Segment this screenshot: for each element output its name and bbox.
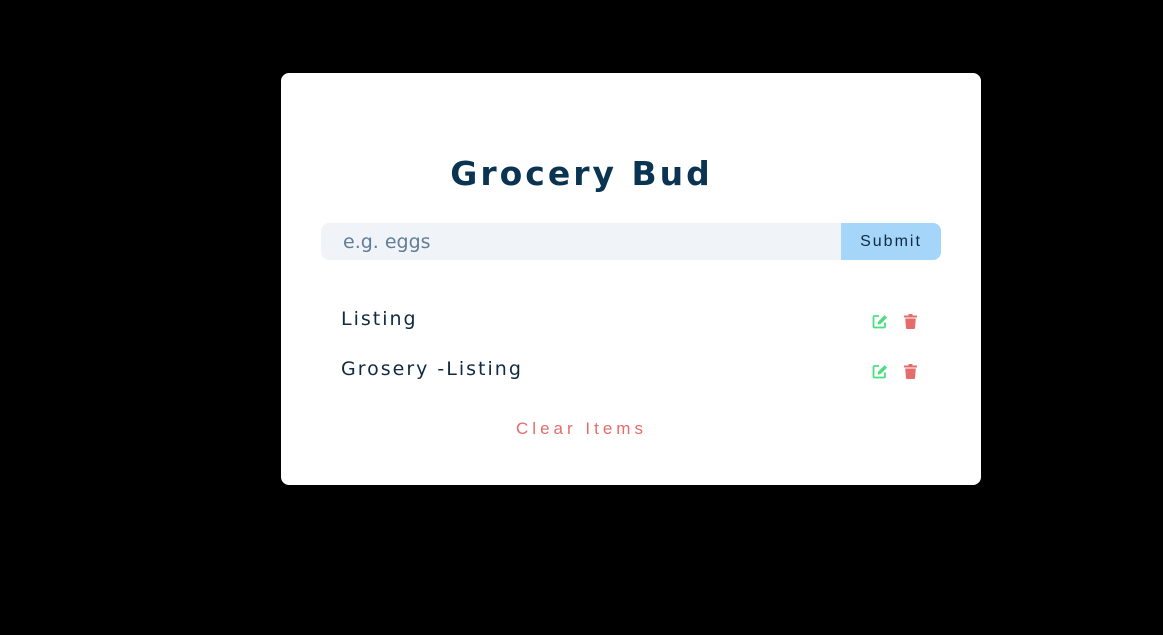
list-item: Listing: [321, 296, 941, 346]
item-actions: [872, 313, 919, 330]
grocery-list: Listing Grosery -Listing: [321, 296, 941, 396]
page-title: Grocery Bud: [450, 154, 713, 193]
grocery-input[interactable]: [321, 223, 841, 260]
grocery-form: Submit: [321, 223, 941, 260]
edit-icon[interactable]: [872, 313, 889, 330]
edit-icon[interactable]: [872, 363, 889, 380]
list-item: Grosery -Listing: [321, 346, 941, 396]
item-label: Grosery -Listing: [341, 358, 523, 380]
clear-items-button[interactable]: Clear Items: [0, 416, 1163, 442]
trash-icon[interactable]: [902, 313, 919, 330]
submit-button[interactable]: Submit: [841, 223, 941, 260]
item-actions: [872, 363, 919, 380]
item-label: Listing: [341, 308, 418, 330]
trash-icon[interactable]: [902, 363, 919, 380]
